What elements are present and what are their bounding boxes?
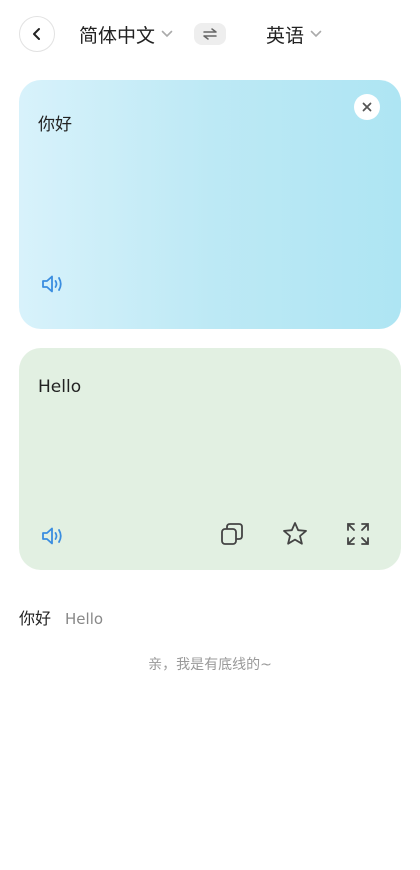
swap-icon <box>203 28 217 40</box>
result-speak-button[interactable] <box>40 524 66 548</box>
clear-button[interactable] <box>354 94 380 120</box>
target-language-label: 英语 <box>266 24 305 47</box>
source-language-selector[interactable]: 简体中文 <box>79 20 173 48</box>
top-bar: 简体中文 英语 <box>0 0 420 70</box>
history-translation-text: Hello <box>65 610 104 628</box>
star-icon <box>283 522 307 545</box>
copy-button[interactable] <box>218 520 246 548</box>
history-source-text: 你好 <box>19 609 52 628</box>
translation-result-card: Hello <box>19 348 401 570</box>
target-language-selector[interactable]: 英语 <box>266 20 322 48</box>
speaker-icon <box>42 275 62 293</box>
source-language-label: 简体中文 <box>79 24 156 47</box>
speaker-icon <box>42 527 62 545</box>
favorite-button[interactable] <box>281 520 309 548</box>
copy-icon <box>221 523 243 545</box>
translation-text: Hello <box>38 377 82 397</box>
fullscreen-button[interactable] <box>344 520 372 548</box>
source-speak-button[interactable] <box>40 272 66 296</box>
close-icon <box>362 102 372 112</box>
fullscreen-icon <box>347 523 369 545</box>
end-of-list-note: 亲，我是有底线的~ <box>148 657 272 673</box>
history-item[interactable]: 你好 Hello <box>19 605 103 629</box>
back-button[interactable] <box>19 16 55 52</box>
chevron-down-icon <box>161 30 173 38</box>
back-arrow-icon <box>33 28 40 40</box>
source-text[interactable]: 你好 <box>38 110 72 135</box>
source-text-card[interactable]: 你好 <box>19 80 401 329</box>
chevron-down-icon <box>310 30 322 38</box>
swap-languages-button[interactable] <box>194 23 226 45</box>
